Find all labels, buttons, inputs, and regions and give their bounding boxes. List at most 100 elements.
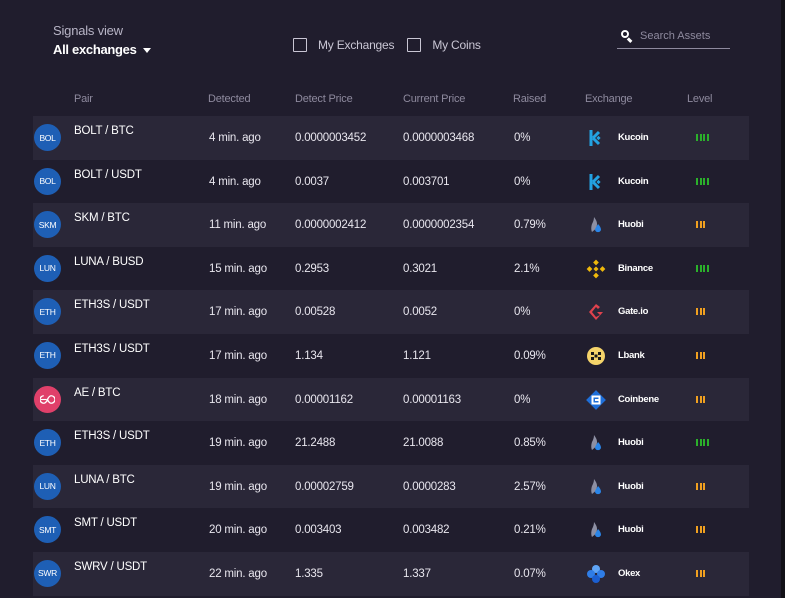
detect-price: 21.2488 bbox=[295, 437, 336, 450]
level-bar bbox=[696, 482, 698, 490]
level-bar bbox=[703, 264, 705, 272]
level-bar bbox=[699, 221, 702, 229]
exchange-name: Huobi bbox=[618, 219, 644, 231]
level-bar bbox=[703, 351, 705, 359]
signal-level bbox=[696, 482, 707, 490]
my-coins-label: My Coins bbox=[432, 38, 481, 52]
lbank-icon bbox=[586, 346, 606, 366]
search-input[interactable] bbox=[640, 30, 730, 42]
raised-percent: 0.21% bbox=[514, 524, 546, 537]
level-bar bbox=[706, 439, 709, 447]
pair-name: AE / BTC bbox=[74, 386, 121, 399]
column-header-raised[interactable]: Raised bbox=[513, 93, 546, 105]
pair-name: LUNA / BUSD bbox=[74, 255, 144, 268]
detected-time: 4 min. ago bbox=[209, 132, 261, 144]
level-bar bbox=[699, 395, 702, 403]
coin-avatar: ETH bbox=[34, 298, 61, 326]
level-bar bbox=[706, 177, 709, 185]
column-header-detected[interactable]: Detected bbox=[208, 93, 251, 105]
coin-avatar: BOL bbox=[34, 167, 61, 195]
coin-avatar: BOL bbox=[34, 124, 61, 151]
current-price: 0.003482 bbox=[403, 524, 450, 537]
table-row[interactable]: ETH ETH3S / USDT 17 min. ago 1.134 1.121 0.09… bbox=[33, 334, 749, 378]
table-row[interactable]: LUN LUNA / BUSD 15 min. ago 0.2953 0.3021 2.1… bbox=[33, 247, 749, 291]
coin-avatar: ETH bbox=[34, 429, 61, 457]
detected-time: 22 min. ago bbox=[209, 567, 267, 580]
binance-icon bbox=[586, 259, 606, 279]
signal-level bbox=[696, 177, 710, 185]
signals-header: Signals view All exchanges bbox=[53, 23, 151, 57]
raised-percent: 0.09% bbox=[514, 349, 546, 362]
level-bar bbox=[699, 308, 702, 316]
current-price: 0.0052 bbox=[403, 306, 437, 319]
level-bar bbox=[699, 177, 702, 185]
exchange-name: Huobi bbox=[618, 437, 644, 449]
coin-avatar: LUN bbox=[34, 472, 61, 500]
huobi-icon bbox=[586, 520, 606, 540]
signals-view-label: Signals view bbox=[53, 23, 123, 38]
level-bar bbox=[699, 569, 702, 577]
caret-down-icon bbox=[142, 47, 151, 53]
my-coins-filter[interactable]: My Coins bbox=[407, 38, 481, 52]
signal-level bbox=[696, 569, 707, 577]
detected-time: 19 min. ago bbox=[209, 437, 267, 450]
search-icon bbox=[621, 29, 634, 43]
huobi-icon bbox=[586, 477, 606, 497]
exchange-select[interactable]: All exchanges bbox=[53, 42, 151, 57]
coin-avatar: SWR bbox=[34, 559, 61, 587]
raised-percent: 0.07% bbox=[514, 567, 546, 580]
signal-level bbox=[696, 264, 710, 272]
okex-icon bbox=[586, 564, 606, 584]
table-row[interactable]: ETH ETH3S / USDT 17 min. ago 0.00528 0.0052 0… bbox=[33, 290, 749, 334]
level-bar bbox=[703, 134, 705, 141]
exchange-name: Kucoin bbox=[618, 132, 649, 143]
level-bar bbox=[696, 351, 698, 359]
level-bar bbox=[703, 395, 705, 403]
table-row[interactable]: AE / BTC 18 min. ago 0.00001162 0.00001163 0… bbox=[33, 377, 749, 422]
table-row[interactable]: BOL BOLT / BTC 4 min. ago 0.0000003452 0.000… bbox=[33, 116, 749, 160]
level-bar bbox=[696, 177, 698, 185]
level-bar bbox=[696, 264, 698, 272]
level-bar bbox=[696, 308, 698, 316]
signal-level bbox=[696, 351, 707, 359]
column-header-current-price[interactable]: Current Price bbox=[403, 93, 465, 105]
exchange-name: Coinbene bbox=[618, 393, 659, 405]
current-price: 1.337 bbox=[403, 567, 431, 580]
table-row[interactable]: SMT SMT / USDT 20 min. ago 0.003403 0.003482… bbox=[33, 508, 749, 552]
detect-price: 1.335 bbox=[295, 567, 323, 580]
table-row[interactable]: SWR SWRV / USDT 22 min. ago 1.335 1.337 0.07%… bbox=[33, 551, 749, 596]
kucoin-icon bbox=[586, 172, 606, 192]
level-bar bbox=[699, 482, 702, 490]
current-price: 0.3021 bbox=[403, 262, 437, 275]
column-header-exchange[interactable]: Exchange bbox=[585, 93, 633, 105]
level-bar bbox=[706, 134, 709, 141]
level-bar bbox=[703, 177, 705, 185]
my-exchanges-checkbox[interactable] bbox=[293, 38, 307, 52]
my-exchanges-filter[interactable]: My Exchanges bbox=[293, 38, 395, 52]
table-row[interactable]: ETH ETH3S / USDT 19 min. ago 21.2488 21.0088… bbox=[33, 421, 749, 465]
detect-price: 0.00528 bbox=[295, 306, 336, 319]
window-edge bbox=[781, 0, 785, 598]
current-price: 0.0000283 bbox=[403, 480, 456, 493]
filters: My Exchanges My Coins bbox=[293, 38, 494, 52]
detect-price: 0.2953 bbox=[295, 262, 329, 275]
table-row[interactable]: SKM SKM / BTC 11 min. ago 0.0000002412 0.000… bbox=[33, 203, 749, 247]
column-header-level[interactable]: Level bbox=[687, 93, 713, 105]
detect-price: 1.134 bbox=[295, 349, 323, 362]
raised-percent: 0.85% bbox=[514, 437, 546, 450]
table-row[interactable]: LUN LUNA / BTC 19 min. ago 0.00002759 0.0000… bbox=[33, 464, 749, 509]
table-row[interactable]: BOL BOLT / USDT 4 min. ago 0.0037 0.003701 0%… bbox=[33, 160, 749, 204]
pair-name: SKM / BTC bbox=[74, 212, 130, 225]
level-bar bbox=[703, 482, 705, 490]
column-header-detect-price[interactable]: Detect Price bbox=[295, 93, 353, 105]
my-coins-checkbox[interactable] bbox=[407, 38, 422, 52]
detect-price: 0.0000003452 bbox=[295, 132, 367, 144]
column-header-pair[interactable]: Pair bbox=[74, 93, 93, 105]
current-price: 0.0000003468 bbox=[403, 132, 475, 144]
detected-time: 20 min. ago bbox=[209, 524, 267, 537]
huobi-icon bbox=[586, 433, 606, 453]
level-bar bbox=[699, 264, 702, 272]
aeternity-icon bbox=[34, 385, 61, 413]
detected-time: 4 min. ago bbox=[209, 175, 261, 188]
raised-percent: 0% bbox=[514, 393, 531, 406]
